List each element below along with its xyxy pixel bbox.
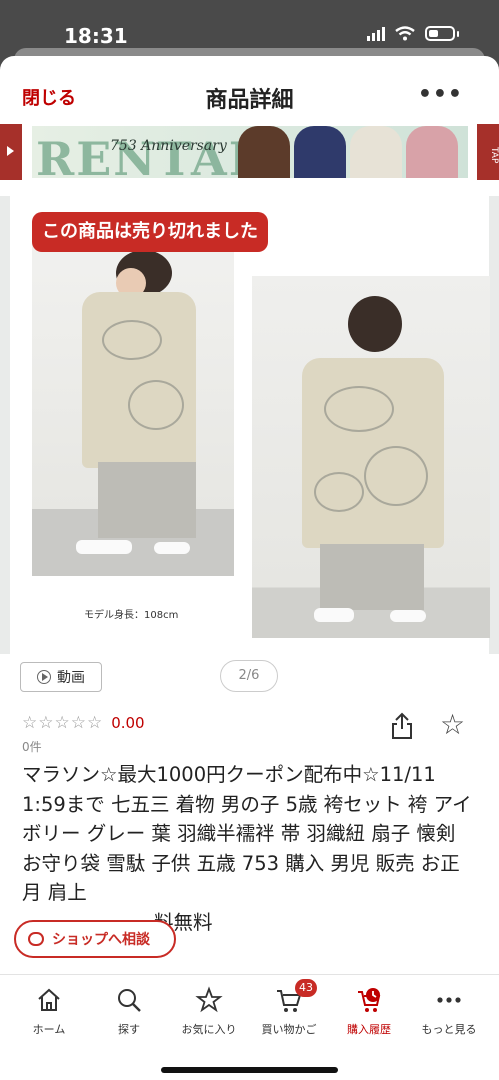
banner-prev-tab[interactable] [0, 124, 22, 180]
tab-search-label: 探す [118, 1023, 140, 1036]
share-icon[interactable] [390, 712, 414, 740]
media-actions-row: 動画 2/6 [0, 656, 499, 696]
shop-consult-label: ショップへ相談 [52, 932, 150, 948]
play-icon [37, 670, 51, 684]
favorite-star-icon[interactable]: ☆ [440, 708, 465, 741]
status-icons [367, 26, 459, 41]
tab-cart-label: 買い物かご [261, 1023, 317, 1036]
product-image[interactable]: この商品は売り切れました モデル身長：108cm [12, 196, 490, 654]
tab-favorites-label: お気に入り [181, 1023, 237, 1036]
banner-next-tab[interactable]: TAP [477, 124, 499, 180]
status-time: 18:31 [64, 24, 128, 48]
banner-kid-3 [350, 126, 402, 178]
shop-consult-button[interactable]: ショップへ相談 [14, 920, 176, 958]
model-photo-back [252, 276, 490, 638]
model-photo-side [32, 240, 234, 576]
bottom-tab-bar: ホーム 探す お気に入り 43 買い物かご 購入履歴 もっと見る [0, 974, 499, 1080]
wifi-icon [395, 26, 415, 41]
soldout-badge: この商品は売り切れました [32, 212, 268, 252]
tab-more[interactable]: もっと見る [409, 985, 489, 1037]
tab-search[interactable]: 探す [89, 985, 169, 1037]
tab-favorites[interactable]: お気に入り [169, 985, 249, 1037]
status-bar: 18:31 [0, 0, 499, 52]
tab-home-label: ホーム [32, 1023, 66, 1036]
video-button[interactable]: 動画 [20, 662, 102, 692]
image-page-indicator: 2/6 [220, 660, 278, 692]
gallery-next-peek[interactable] [489, 196, 499, 654]
tab-home[interactable]: ホーム [9, 985, 89, 1037]
more-icon [437, 997, 461, 1003]
header: 閉じる 商品詳細 ••• [0, 56, 499, 124]
rating-stars: ☆☆☆☆☆ [22, 713, 104, 733]
tab-cart[interactable]: 43 買い物かご [249, 979, 329, 1037]
search-icon [118, 989, 141, 1012]
purchase-history-icon [358, 988, 381, 1012]
rating-row[interactable]: ☆☆☆☆☆ 0.00 [22, 712, 145, 734]
signal-icon [367, 26, 385, 41]
banner-kid-1 [238, 126, 290, 178]
tab-more-label: もっと見る [421, 1023, 477, 1036]
home-indicator[interactable] [161, 1067, 338, 1073]
product-title: マラソン☆最大1000円クーポン配布中☆11/11 1:59まで 七五三 着物 … [22, 760, 474, 937]
cart-count-badge: 43 [295, 979, 317, 997]
product-image-gallery[interactable]: この商品は売り切れました モデル身長：108cm [0, 196, 499, 654]
more-menu-button[interactable]: ••• [418, 82, 463, 107]
banner-kid-2 [294, 126, 346, 178]
banner-kid-4 [406, 126, 458, 178]
product-title-text: マラソン☆最大1000円クーポン配布中☆11/11 1:59まで 七五三 着物 … [22, 763, 472, 904]
banner-anniversary-text: 753 Anniversary [110, 138, 227, 154]
tab-purchase-history[interactable]: 購入履歴 [329, 985, 409, 1037]
battery-tip [457, 30, 459, 37]
video-button-label: 動画 [57, 670, 85, 686]
chat-icon [28, 932, 44, 946]
promo-banner[interactable]: RENTAL 753 Anniversary TAP [0, 124, 499, 180]
battery-icon [425, 26, 455, 41]
home-icon [38, 988, 60, 1011]
rating-value: 0.00 [111, 714, 145, 732]
tab-purchase-history-label: 購入履歴 [347, 1023, 391, 1036]
product-detail-sheet: 閉じる 商品詳細 ••• RENTAL 753 Anniversary TAP … [0, 56, 499, 1080]
model-height-caption: モデル身長：108cm [84, 610, 179, 621]
review-count[interactable]: 0件 [22, 738, 42, 755]
banner-image[interactable]: RENTAL 753 Anniversary [32, 126, 468, 178]
gallery-prev-peek[interactable] [0, 196, 10, 654]
star-icon [195, 986, 223, 1013]
